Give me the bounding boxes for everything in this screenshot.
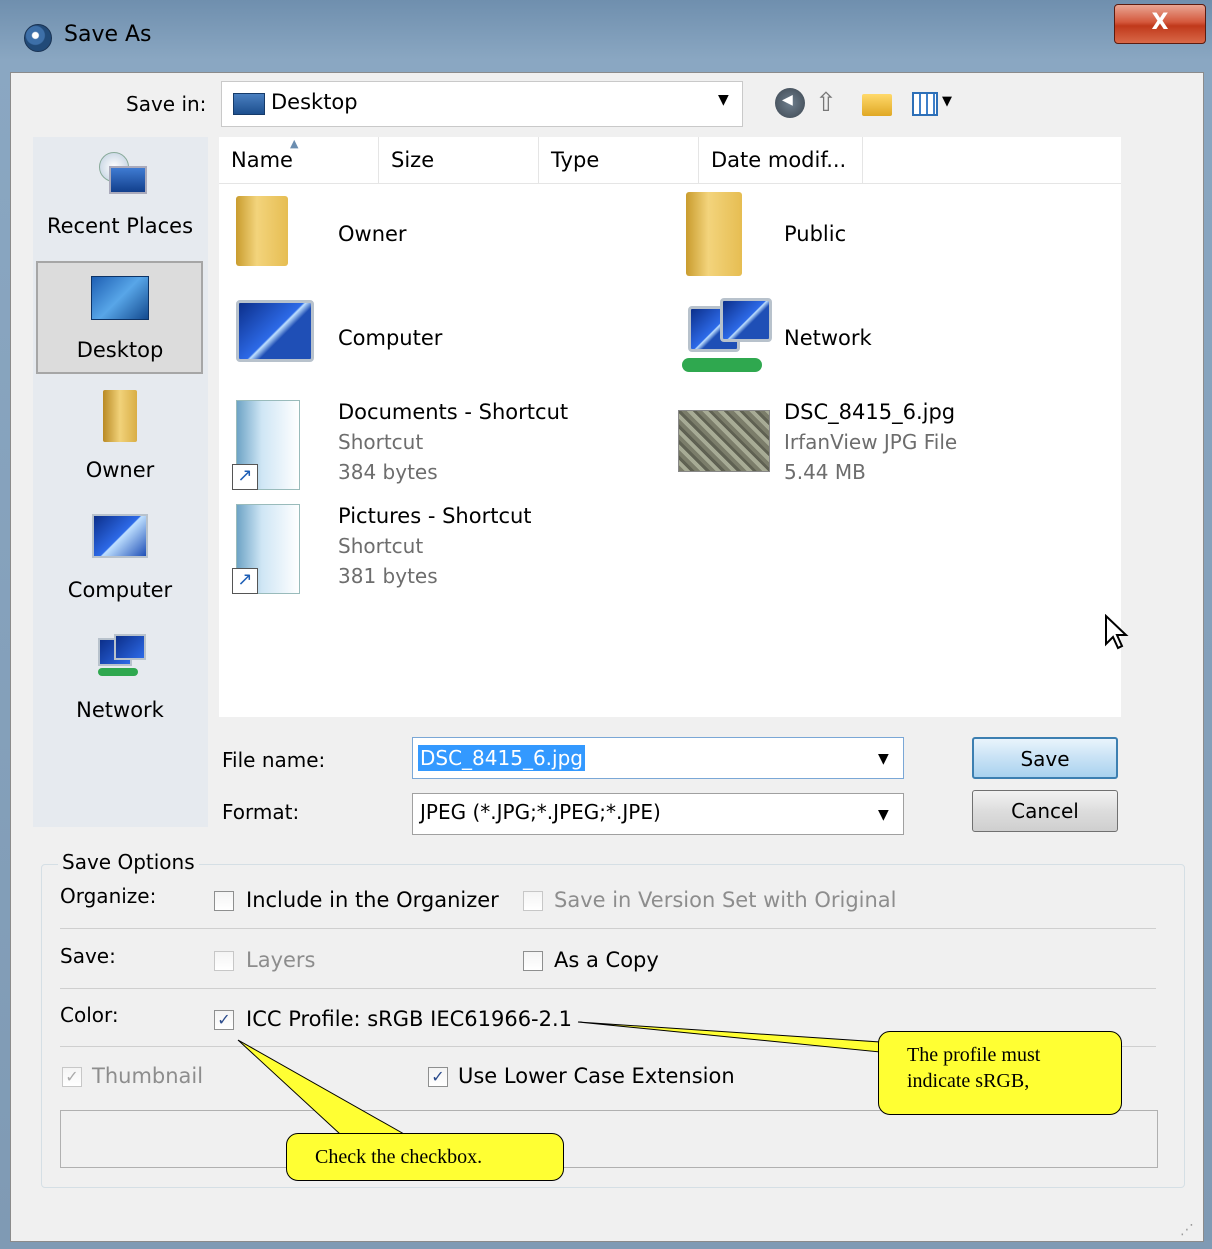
callout-text: indicate sRGB, [907, 1070, 1030, 1092]
callout-checkbox-note: Check the checkbox. [286, 1133, 564, 1181]
resize-grip-icon[interactable]: ⋰ [1180, 1222, 1194, 1238]
callout-profile-note: The profile must indicate sRGB, [878, 1031, 1122, 1115]
callout-text: The profile must [907, 1044, 1041, 1066]
callout-text: Check the checkbox. [315, 1146, 483, 1168]
